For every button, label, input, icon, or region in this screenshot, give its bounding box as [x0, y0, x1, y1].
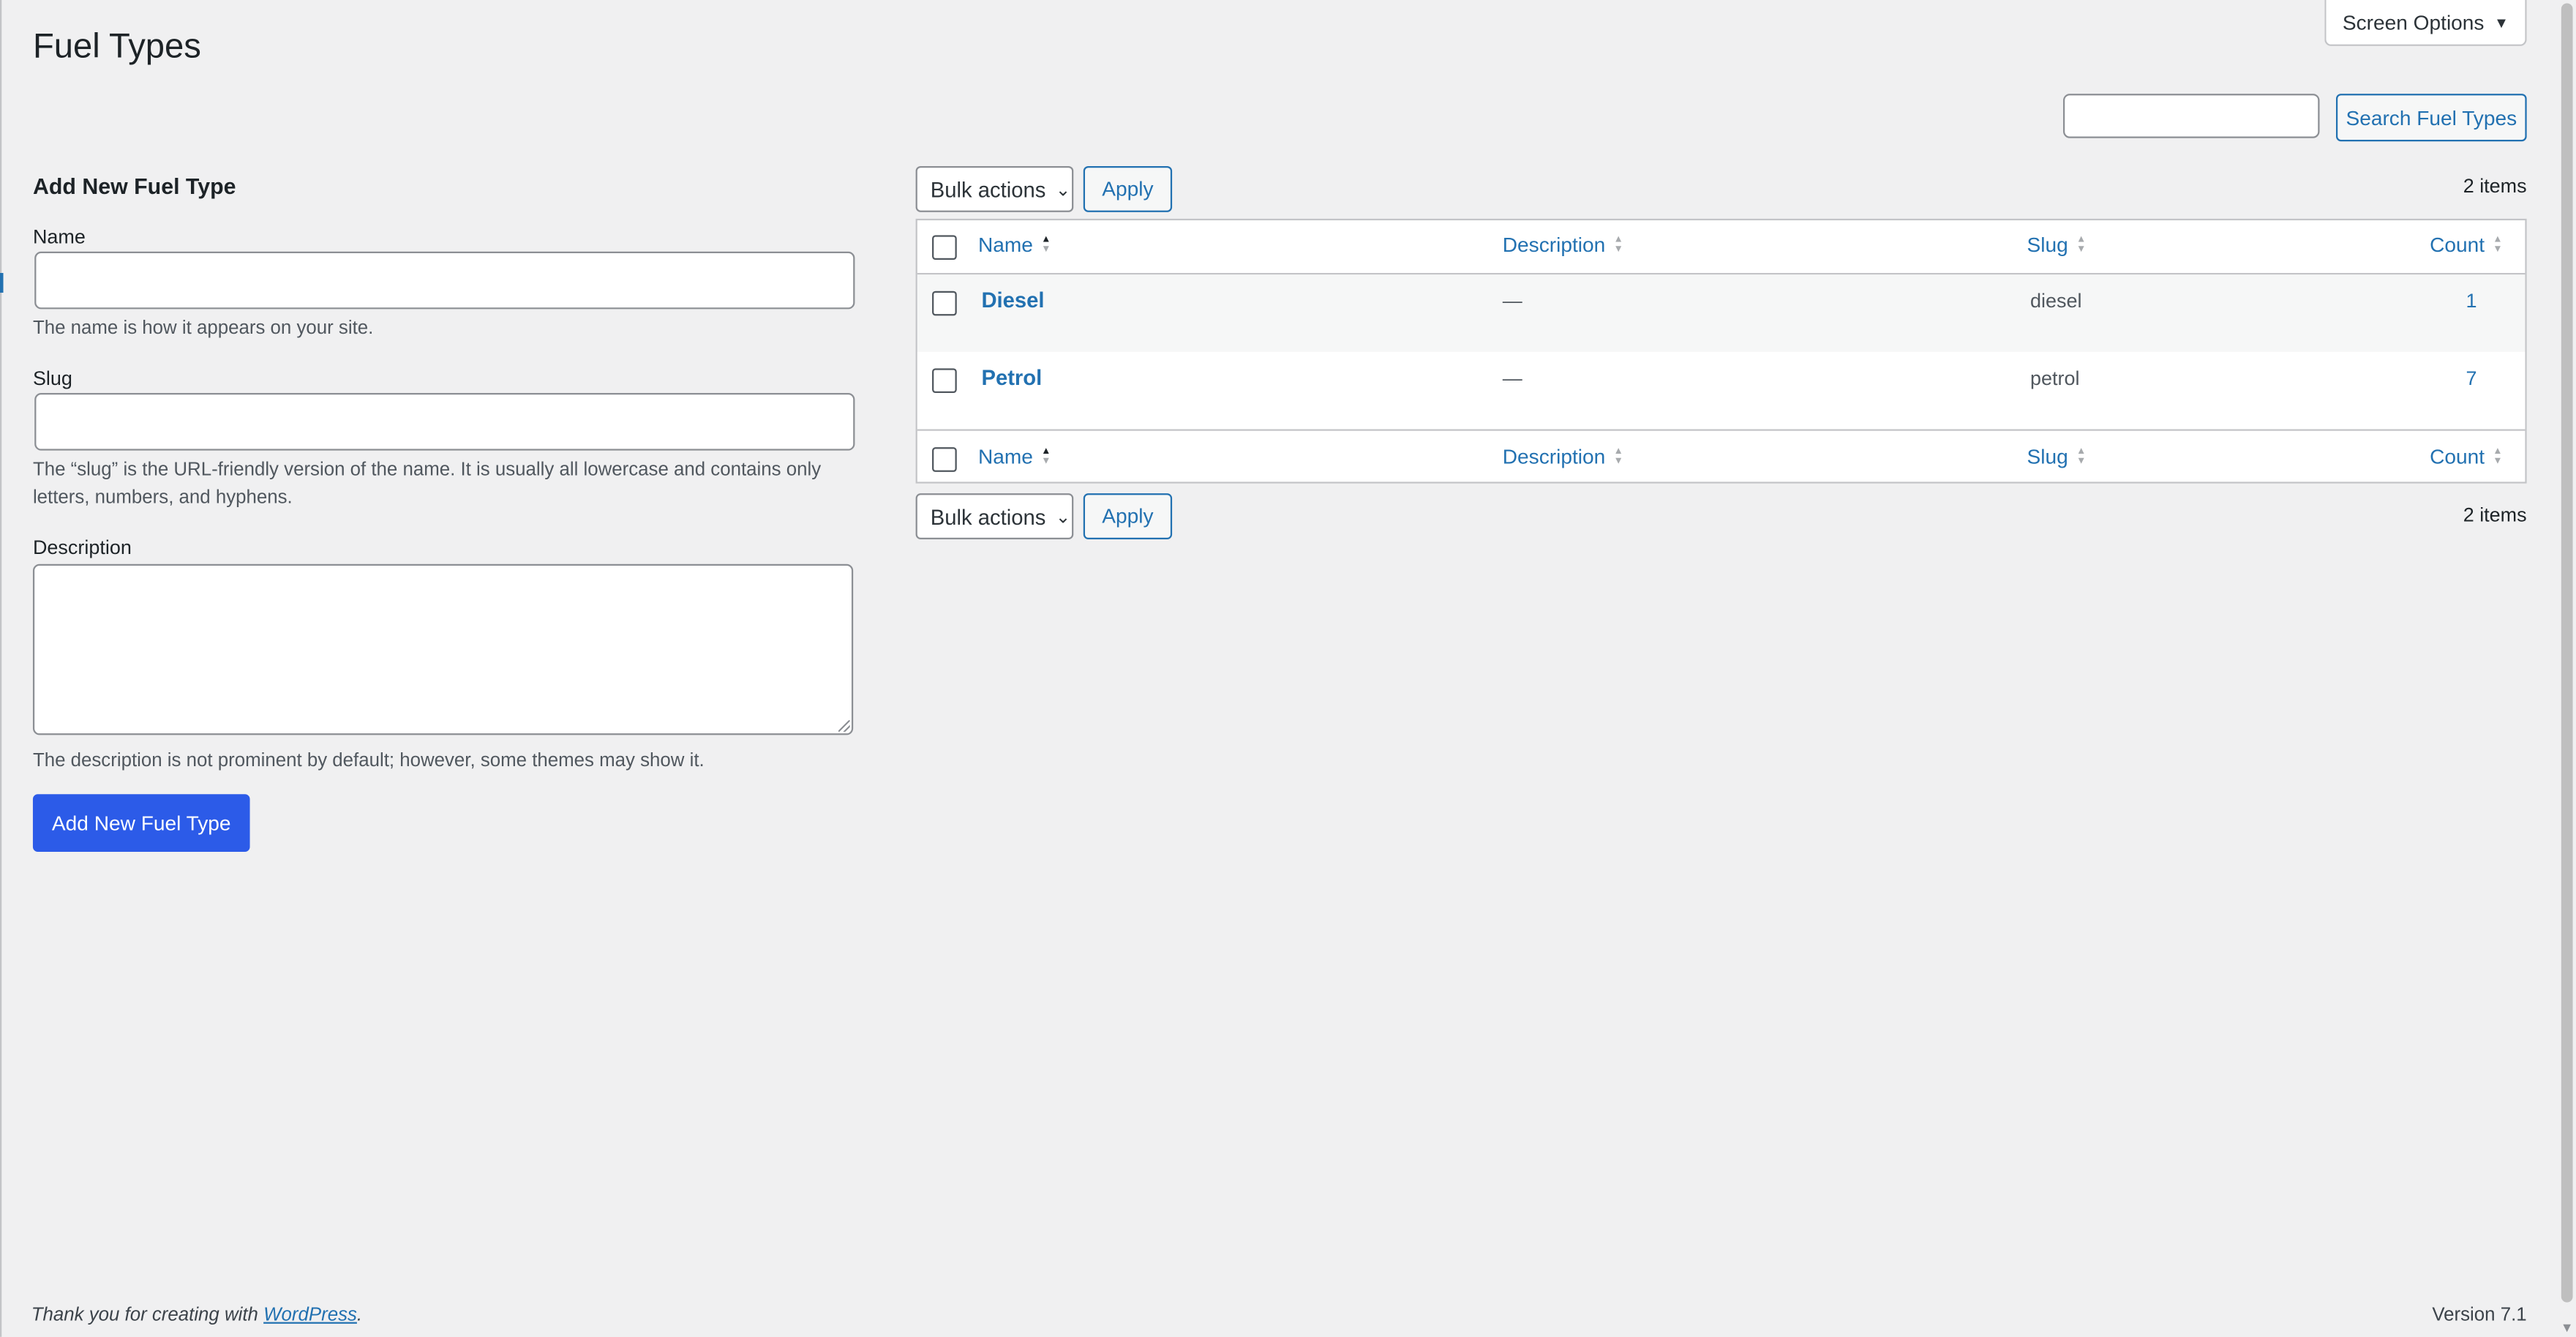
- description-label: Description: [32, 536, 132, 559]
- apply-button-bottom[interactable]: Apply: [1083, 493, 1173, 540]
- scroll-down-arrow-icon[interactable]: ▼: [2560, 1320, 2575, 1336]
- sort-icon: ▲ ▼: [2493, 235, 2503, 255]
- description-help-text: The description is not prominent by defa…: [32, 751, 705, 771]
- sort-icon: ▲ ▼: [2076, 447, 2087, 468]
- table-row: Petrol — petrol 7: [917, 351, 2526, 430]
- column-slug-label: Slug: [2027, 445, 2068, 469]
- triangle-down-icon: ▼: [2493, 14, 2509, 31]
- table-footer-row: Name ▲ ▼ Description ▲ ▼ Slug ▲ ▼ Count ▲ ▼: [917, 429, 2526, 483]
- bulk-actions-label: Bulk actions: [930, 503, 1046, 529]
- chevron-down-icon: ⌄: [1055, 507, 1071, 528]
- name-help-text: The name is how it appears on your site.: [32, 318, 374, 339]
- footer-thanks-text: Thank you for creating with: [31, 1306, 264, 1326]
- vertical-scrollbar[interactable]: ▼: [2558, 0, 2576, 1337]
- admin-menu-edge: [0, 0, 4, 1337]
- sort-icon: ▲ ▼: [1613, 235, 1623, 255]
- term-slug: petrol: [2030, 367, 2080, 390]
- column-header-slug[interactable]: Slug ▲ ▼: [2027, 233, 2087, 256]
- column-header-name[interactable]: Name ▲ ▼: [978, 233, 1051, 256]
- items-count-top: 2 items: [2463, 174, 2527, 198]
- slug-field[interactable]: [34, 393, 855, 451]
- description-textarea[interactable]: [32, 563, 854, 735]
- form-title: Add New Fuel Type: [32, 174, 236, 199]
- column-count-label: Count: [2430, 233, 2485, 257]
- column-footer-slug[interactable]: Slug ▲ ▼: [2027, 446, 2087, 468]
- name-field[interactable]: [34, 251, 855, 310]
- page-title: Fuel Types: [32, 28, 201, 66]
- sort-icon: ▲ ▼: [1041, 235, 1051, 255]
- term-count-link[interactable]: 1: [2466, 289, 2477, 312]
- slug-label: Slug: [32, 367, 72, 390]
- column-count-label: Count: [2430, 445, 2485, 469]
- chevron-down-icon: ⌄: [1055, 180, 1071, 201]
- fuel-types-table: Name ▲ ▼ Description ▲ ▼ Slug ▲ ▼ Count ▲ ▼ …: [915, 218, 2527, 484]
- footer-thanks: Thank you for creating with WordPress.: [31, 1306, 362, 1325]
- select-all-checkbox[interactable]: [932, 235, 957, 261]
- search-input[interactable]: [2062, 94, 2320, 138]
- column-footer-count[interactable]: Count ▲ ▼: [2430, 446, 2503, 468]
- resize-grip-icon[interactable]: [838, 720, 850, 732]
- add-new-fuel-type-button[interactable]: Add New Fuel Type: [32, 794, 250, 852]
- name-label: Name: [32, 225, 86, 249]
- slug-help-text: The “slug” is the URL-friendly version o…: [32, 460, 822, 509]
- search-button[interactable]: Search Fuel Types: [2335, 94, 2527, 142]
- bulk-actions-select-bottom[interactable]: Bulk actions ⌄: [915, 493, 1074, 540]
- sort-icon: ▲ ▼: [1613, 447, 1623, 468]
- bulk-actions-select-top[interactable]: Bulk actions ⌄: [915, 165, 1074, 212]
- column-name-label: Name: [977, 445, 1033, 469]
- column-header-count[interactable]: Count ▲ ▼: [2430, 233, 2503, 256]
- sort-icon: ▲ ▼: [2493, 447, 2503, 468]
- column-slug-label: Slug: [2027, 233, 2068, 257]
- bulk-actions-label: Bulk actions: [930, 176, 1046, 202]
- term-name-link[interactable]: Diesel: [981, 288, 1044, 312]
- column-name-label: Name: [977, 233, 1033, 257]
- term-description: —: [1502, 289, 1522, 312]
- select-all-checkbox-footer[interactable]: [932, 447, 957, 472]
- column-footer-description[interactable]: Description ▲ ▼: [1503, 446, 1623, 468]
- screen-options-label: Screen Options: [2342, 10, 2485, 34]
- sort-icon: ▲ ▼: [2076, 235, 2087, 255]
- row-checkbox[interactable]: [932, 368, 957, 394]
- column-footer-name[interactable]: Name ▲ ▼: [978, 446, 1051, 468]
- apply-button-top[interactable]: Apply: [1083, 165, 1173, 212]
- footer-version: Version 7.1: [2432, 1306, 2527, 1326]
- wordpress-link[interactable]: WordPress: [263, 1306, 357, 1325]
- scrollbar-thumb[interactable]: [2561, 3, 2573, 1303]
- column-description-label: Description: [1502, 445, 1606, 469]
- table-header-row: Name ▲ ▼ Description ▲ ▼ Slug ▲ ▼ Count ▲ ▼: [917, 220, 2526, 275]
- sort-icon: ▲ ▼: [1041, 447, 1051, 468]
- term-description: —: [1502, 367, 1522, 390]
- screen-options-button[interactable]: Screen Options ▼: [2324, 0, 2527, 46]
- term-slug: diesel: [2030, 289, 2082, 312]
- footer-period: .: [356, 1306, 363, 1326]
- active-menu-indicator: [0, 273, 4, 293]
- term-count-link[interactable]: 7: [2466, 367, 2477, 389]
- items-count-bottom: 2 items: [2463, 503, 2527, 527]
- admin-page: Fuel Types Screen Options ▼ Search Fuel …: [0, 0, 2576, 1337]
- column-header-description[interactable]: Description ▲ ▼: [1503, 233, 1623, 256]
- row-checkbox[interactable]: [932, 291, 957, 316]
- table-row: Diesel — diesel 1: [917, 274, 2526, 352]
- term-name-link[interactable]: Petrol: [981, 365, 1042, 390]
- column-description-label: Description: [1502, 233, 1606, 257]
